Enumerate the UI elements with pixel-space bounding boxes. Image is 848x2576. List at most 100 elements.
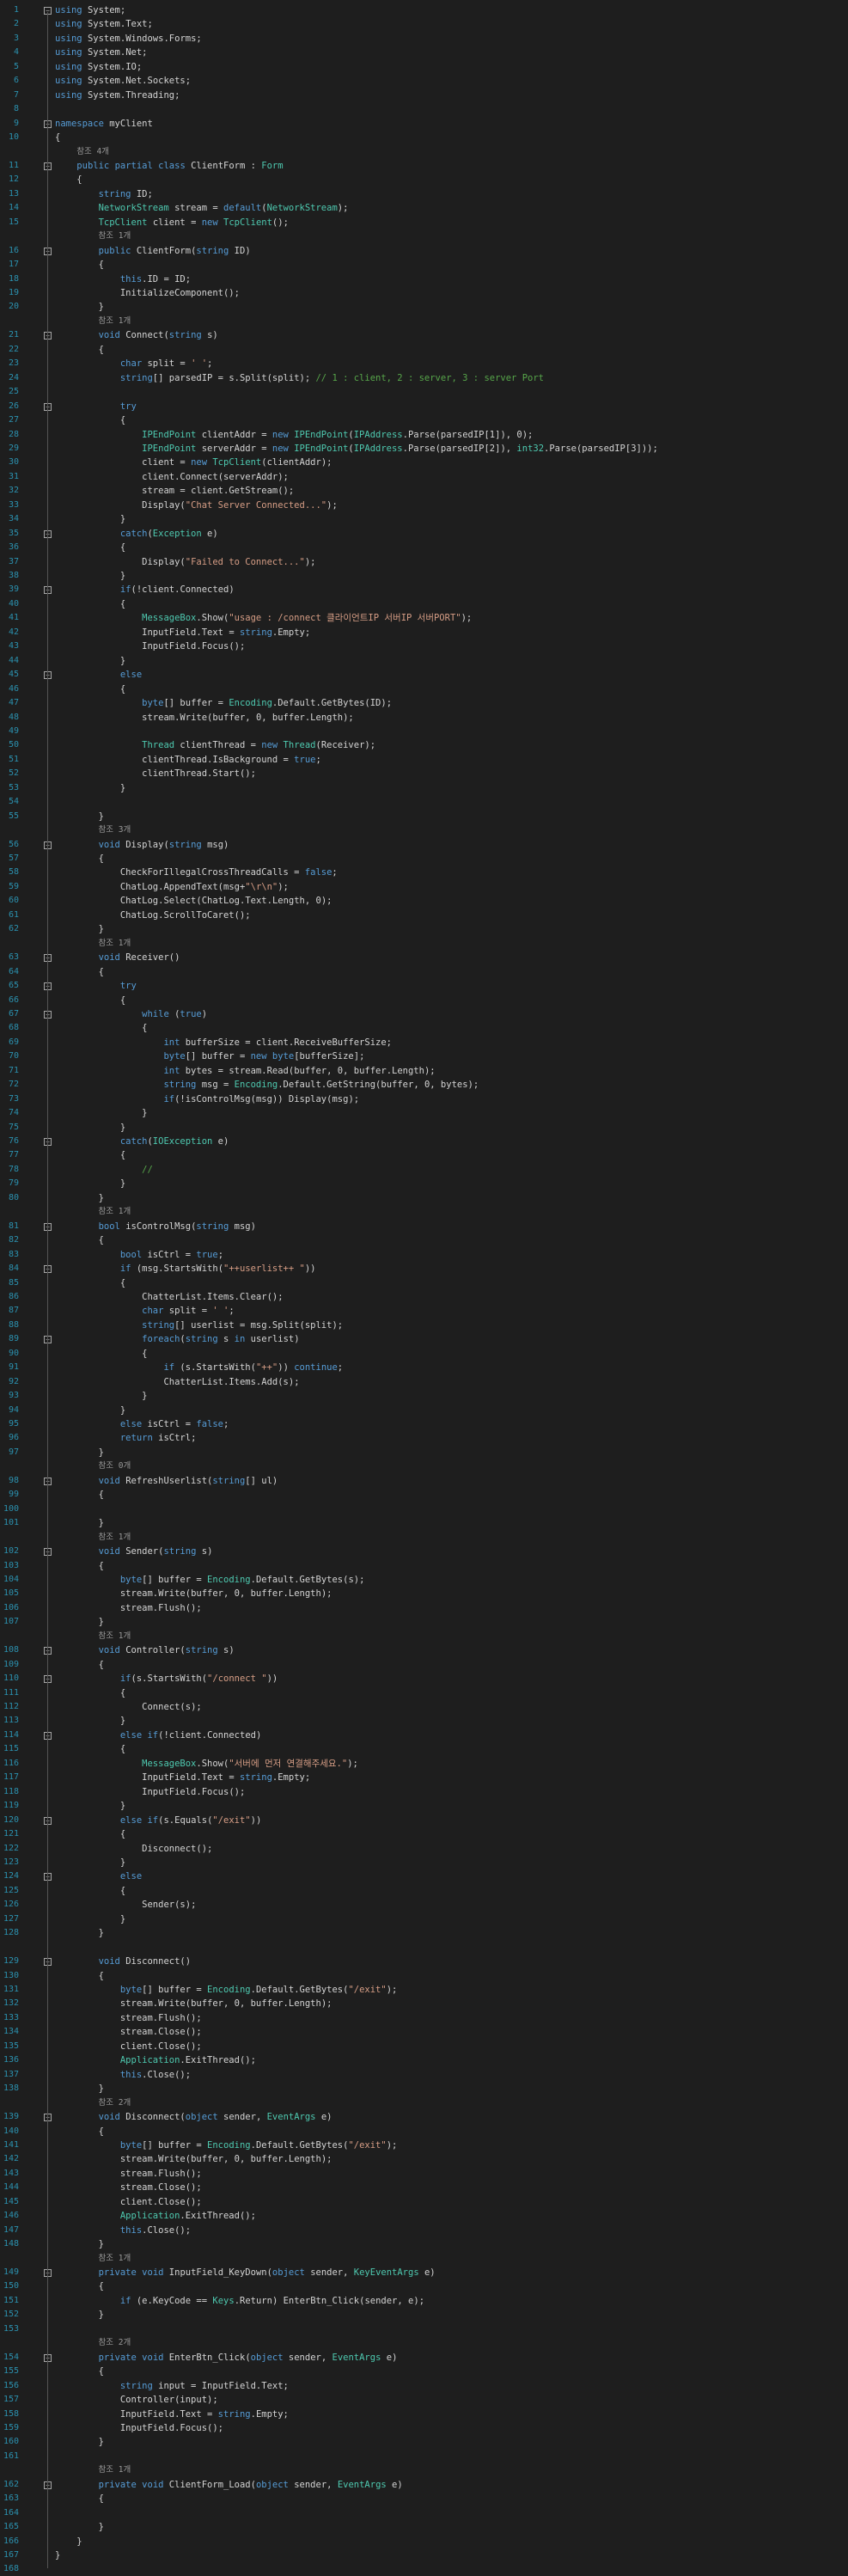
code-text[interactable]: InputField.Text = string.Empty; xyxy=(55,626,310,639)
code-text[interactable]: this.Close(); xyxy=(55,2068,191,2082)
code-text[interactable]: } xyxy=(55,1926,104,1940)
code-text[interactable]: { xyxy=(55,1884,125,1898)
code-text[interactable]: if(!client.Connected) xyxy=(55,583,235,597)
code-text[interactable]: } xyxy=(55,569,125,583)
code-text[interactable]: IPEndPoint serverAddr = new IPEndPoint(I… xyxy=(55,442,658,456)
code-text[interactable]: stream.Write(buffer, 0, buffer.Length); xyxy=(55,2152,332,2166)
code-text[interactable]: { xyxy=(55,1347,147,1361)
code-text[interactable]: private void EnterBtn_Click(object sende… xyxy=(55,2351,398,2365)
code-text[interactable]: { xyxy=(55,1827,125,1841)
code-text[interactable]: Connect(s); xyxy=(55,1700,202,1714)
reference-count[interactable]: 참조 4개 xyxy=(76,145,109,159)
code-text[interactable]: ChatLog.AppendText(msg+"\r\n"); xyxy=(55,880,289,894)
code-text[interactable]: using System.IO; xyxy=(55,60,142,74)
code-text[interactable]: InputField.Text = string.Empty; xyxy=(55,1771,310,1784)
code-text[interactable]: using System.Threading; xyxy=(55,89,180,102)
code-text[interactable]: char split = ' '; xyxy=(55,1304,235,1318)
code-text[interactable]: Thread clientThread = new Thread(Receive… xyxy=(55,738,375,752)
code-text[interactable]: bool isControlMsg(string msg) xyxy=(55,1220,256,1233)
code-text[interactable]: byte[] buffer = Encoding.Default.GetByte… xyxy=(55,696,392,710)
code-text[interactable]: using System.Net.Sockets; xyxy=(55,74,191,88)
code-text[interactable]: Sender(s); xyxy=(55,1898,196,1912)
code-text[interactable]: InputField.Focus(); xyxy=(55,1785,245,1799)
code-text[interactable]: { xyxy=(55,1686,125,1700)
code-text[interactable]: byte[] buffer = Encoding.Default.GetByte… xyxy=(55,1983,398,1997)
code-text[interactable]: { xyxy=(55,2279,104,2293)
reference-count[interactable]: 참조 1개 xyxy=(99,2463,131,2477)
code-text[interactable]: stream = client.GetStream(); xyxy=(55,484,294,498)
code-text[interactable]: { xyxy=(55,965,104,979)
code-text[interactable]: { xyxy=(55,258,104,272)
code-text[interactable]: string[] parsedIP = s.Split(split); // 1… xyxy=(55,371,544,385)
code-text[interactable]: } xyxy=(55,2548,60,2562)
code-text[interactable]: TcpClient client = new TcpClient(); xyxy=(55,216,289,229)
code-text[interactable]: } xyxy=(55,2237,104,2251)
code-text[interactable]: else xyxy=(55,668,142,682)
code-text[interactable]: string msg = Encoding.Default.GetString(… xyxy=(55,1078,479,1092)
code-text[interactable]: stream.Write(buffer, 0, buffer.Length); xyxy=(55,1997,332,2010)
code-text[interactable]: } xyxy=(55,1615,104,1629)
code-text[interactable]: else xyxy=(55,1869,142,1883)
code-text[interactable]: Application.ExitThread(); xyxy=(55,2053,256,2067)
code-text[interactable]: } xyxy=(55,1714,125,1728)
code-text[interactable]: } xyxy=(55,654,125,668)
code-text[interactable]: NetworkStream stream = default(NetworkSt… xyxy=(55,201,349,215)
code-text[interactable]: } xyxy=(55,2308,104,2322)
code-text[interactable]: byte[] buffer = Encoding.Default.GetByte… xyxy=(55,1573,365,1587)
code-text[interactable]: if(!isControlMsg(msg)) Display(msg); xyxy=(55,1092,359,1106)
code-text[interactable]: void RefreshUserlist(string[] ul) xyxy=(55,1474,278,1488)
code-text[interactable]: } xyxy=(55,2435,104,2449)
code-text[interactable]: foreach(string s in userlist) xyxy=(55,1332,299,1346)
code-text[interactable]: void Controller(string s) xyxy=(55,1643,235,1657)
code-text[interactable]: { xyxy=(55,1658,104,1672)
code-text[interactable]: { xyxy=(55,1742,125,1756)
code-text[interactable]: } xyxy=(55,300,104,314)
code-text[interactable]: } xyxy=(55,512,125,526)
code-text[interactable]: } xyxy=(55,1106,147,1120)
code-text[interactable]: using System.Windows.Forms; xyxy=(55,32,202,46)
code-text[interactable]: client.Connect(serverAddr); xyxy=(55,470,289,484)
code-text[interactable]: MessageBox.Show("서버에 먼저 연결해주세요."); xyxy=(55,1757,358,1771)
code-text[interactable]: using System.Net; xyxy=(55,46,148,59)
code-text[interactable]: } xyxy=(55,1912,125,1926)
code-text[interactable]: void Connect(string s) xyxy=(55,328,218,342)
code-text[interactable]: { xyxy=(55,2365,104,2378)
code-text[interactable]: this.ID = ID; xyxy=(55,272,191,286)
code-text[interactable]: { xyxy=(55,343,104,357)
reference-count[interactable]: 참조 2개 xyxy=(99,2096,131,2110)
code-text[interactable]: catch(Exception e) xyxy=(55,527,218,541)
code-text[interactable]: { xyxy=(55,413,125,427)
code-text[interactable]: stream.Write(buffer, 0, buffer.Length); xyxy=(55,711,354,725)
code-text[interactable]: else if(!client.Connected) xyxy=(55,1729,261,1742)
code-text[interactable]: byte[] buffer = new byte[bufferSize]; xyxy=(55,1049,364,1063)
code-text[interactable]: client.Close(); xyxy=(55,2195,202,2209)
reference-count[interactable]: 참조 1개 xyxy=(99,1205,131,1219)
code-text[interactable]: InputField.Focus(); xyxy=(55,2421,223,2435)
code-text[interactable]: clientThread.Start(); xyxy=(55,767,256,780)
code-text[interactable]: void Display(string msg) xyxy=(55,838,229,852)
code-text[interactable]: using System; xyxy=(55,3,125,17)
code-text[interactable]: { xyxy=(55,597,125,611)
code-text[interactable]: { xyxy=(55,852,104,866)
code-text[interactable]: { xyxy=(55,1148,125,1162)
code-text[interactable]: private void InputField_KeyDown(object s… xyxy=(55,2266,436,2279)
code-text[interactable]: try xyxy=(55,400,137,413)
code-text[interactable]: stream.Flush(); xyxy=(55,2167,202,2181)
code-text[interactable]: } xyxy=(55,922,104,936)
code-text[interactable]: else if(s.Equals("/exit")) xyxy=(55,1814,261,1827)
code-text[interactable]: stream.Flush(); xyxy=(55,1601,202,1615)
code-text[interactable]: } xyxy=(55,1856,125,1869)
code-text[interactable]: if (e.KeyCode == Keys.Return) EnterBtn_C… xyxy=(55,2294,424,2308)
code-text[interactable]: } xyxy=(55,1799,125,1813)
code-text[interactable]: Disconnect(); xyxy=(55,1842,212,1856)
code-text[interactable]: if (msg.StartsWith("++userlist++ ")) xyxy=(55,1262,316,1276)
code-text[interactable]: void Receiver() xyxy=(55,951,180,964)
code-text[interactable]: } xyxy=(55,1121,125,1135)
code-text[interactable]: public partial class ClientForm : Form xyxy=(55,159,283,173)
code-text[interactable]: void Disconnect() xyxy=(55,1955,192,1968)
code-text[interactable]: string ID; xyxy=(55,187,153,201)
code-text[interactable]: { xyxy=(55,541,125,554)
code-text[interactable]: } xyxy=(55,2082,104,2096)
code-text[interactable]: string input = InputField.Text; xyxy=(55,2379,289,2393)
code-text[interactable]: { xyxy=(55,131,60,144)
